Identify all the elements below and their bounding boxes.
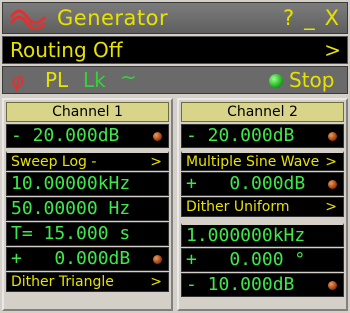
- channel-2-waveform-menu[interactable]: Multiple Sine Wave >: [181, 151, 344, 171]
- channel-2-level-2[interactable]: - 10.000dB: [181, 273, 344, 297]
- close-button[interactable]: X: [325, 6, 339, 30]
- waveform-label: Multiple Sine Wave: [186, 154, 320, 170]
- window-title: Generator: [57, 6, 169, 30]
- channel-1-offset-value: + 0.000dB: [11, 248, 131, 269]
- stop-button[interactable]: Stop: [289, 68, 334, 92]
- knob-icon[interactable]: [328, 281, 337, 290]
- generator-logo-icon: [9, 9, 47, 29]
- chevron-right-icon: >: [325, 154, 337, 170]
- channel-2-offset[interactable]: + 0.000dB: [181, 172, 344, 196]
- channel-1-dither-menu[interactable]: Dither Triangle >: [6, 272, 169, 292]
- channel-1-freq-stop[interactable]: 50.00000 Hz: [6, 197, 169, 221]
- routing-selector[interactable]: Routing Off >: [2, 36, 348, 64]
- pl-label[interactable]: PL: [45, 68, 68, 92]
- help-button[interactable]: ?: [283, 6, 294, 30]
- channel-2-phase[interactable]: + 0.000 °: [181, 248, 344, 272]
- channel-1-level-value: - 20.000dB: [11, 125, 120, 146]
- running-indicator-icon: [269, 74, 283, 88]
- channel-2-offset-value: + 0.000dB: [186, 173, 306, 194]
- channel-1-offset[interactable]: + 0.000dB: [6, 247, 169, 271]
- chevron-right-icon: >: [324, 38, 341, 62]
- chevron-right-icon: >: [150, 274, 162, 290]
- channel-2-level-2-value: - 10.000dB: [186, 274, 295, 295]
- channel-2-dither-menu[interactable]: Dither Uniform >: [181, 197, 344, 217]
- lk-label[interactable]: Lk: [83, 68, 106, 92]
- knob-icon[interactable]: [153, 255, 162, 264]
- dither-label: Dither Uniform: [186, 199, 290, 215]
- status-bar: φ PL Lk ~ Stop: [2, 65, 348, 94]
- window-controls: ? _ X: [283, 6, 339, 30]
- channel-1-sweep-time[interactable]: T= 15.000 s: [6, 222, 169, 246]
- channel-1-header[interactable]: Channel 1: [6, 102, 169, 122]
- phase-symbol[interactable]: φ: [11, 68, 24, 92]
- sine-icon: ~: [120, 65, 137, 89]
- dither-label: Dither Triangle: [11, 274, 114, 290]
- minimize-button[interactable]: _: [304, 6, 315, 30]
- channel-2-level-value: - 20.000dB: [186, 125, 295, 146]
- channel-2-level[interactable]: - 20.000dB: [181, 124, 344, 148]
- routing-label: Routing Off: [10, 38, 123, 62]
- title-bar: Generator ? _ X: [2, 2, 348, 34]
- chevron-right-icon: >: [150, 154, 162, 170]
- channel-1-freq-start[interactable]: 10.00000kHz: [6, 172, 169, 196]
- channel-1-panel: Channel 1 - 20.000dB Sweep Log - > 10.000…: [2, 98, 173, 311]
- sweep-label: Sweep Log -: [11, 154, 97, 170]
- knob-icon[interactable]: [153, 132, 162, 141]
- channel-1-sweep-menu[interactable]: Sweep Log - >: [6, 151, 169, 171]
- knob-icon[interactable]: [328, 132, 337, 141]
- channel-2-header[interactable]: Channel 2: [181, 102, 344, 122]
- channel-1-level[interactable]: - 20.000dB: [6, 124, 169, 148]
- knob-icon[interactable]: [328, 180, 337, 189]
- chevron-right-icon: >: [325, 199, 337, 215]
- channel-2-panel: Channel 2 - 20.000dB Multiple Sine Wave >…: [177, 98, 348, 311]
- channel-2-frequency[interactable]: 1.000000kHz: [181, 223, 344, 247]
